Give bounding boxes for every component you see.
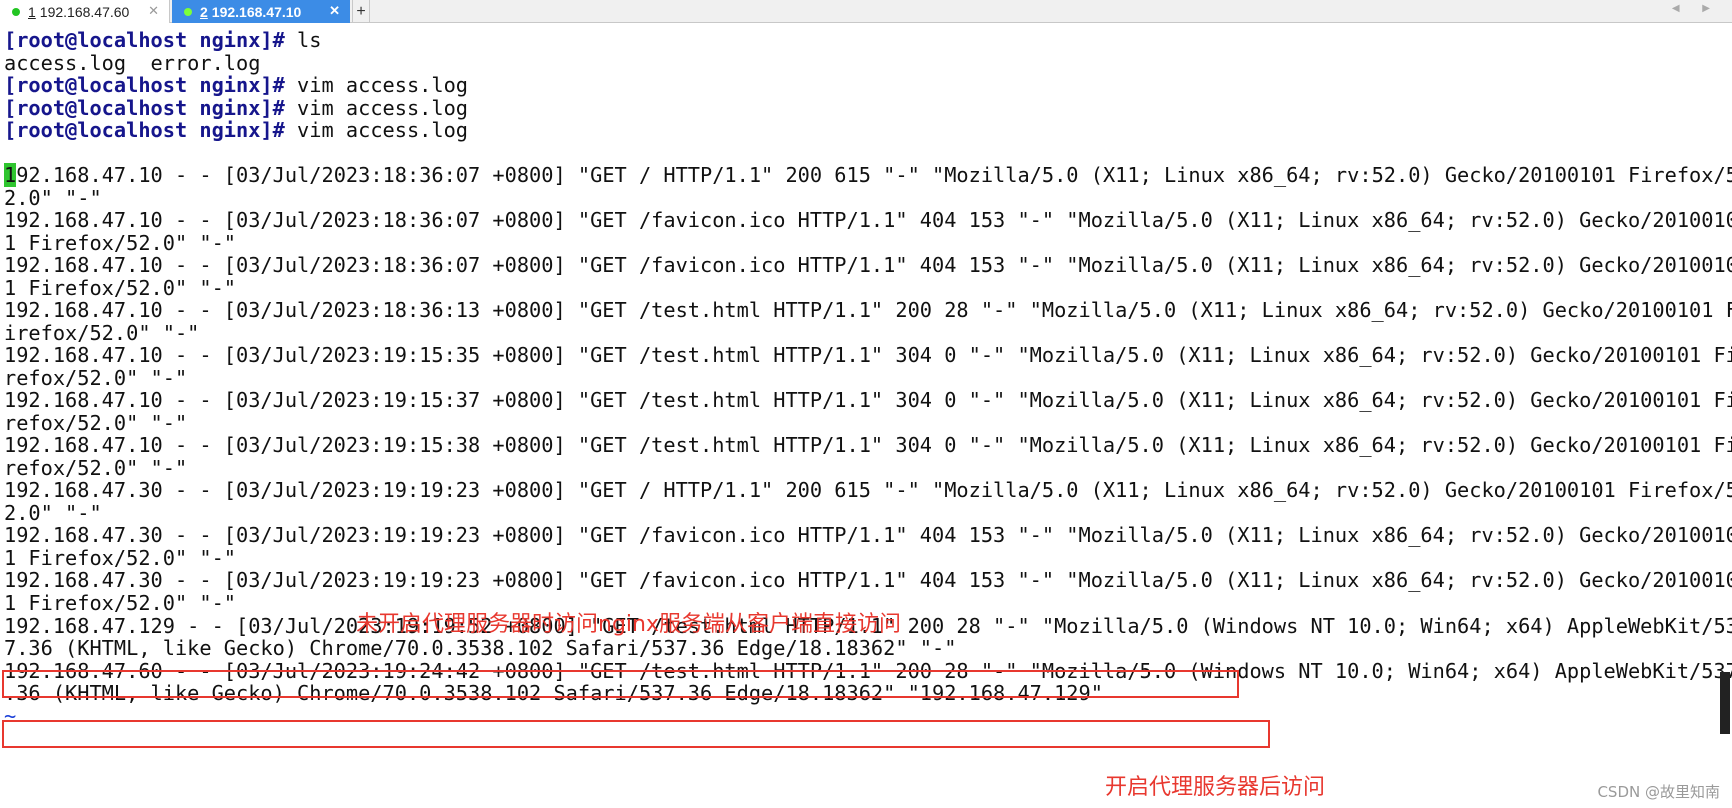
connected-status-icon	[12, 7, 20, 16]
tab-number: 1	[28, 3, 36, 20]
log-line: refox/52.0" "-"	[4, 411, 188, 435]
text-cursor: 1	[4, 163, 17, 187]
annotation-with-proxy: 开启代理服务器后访问	[1105, 775, 1326, 800]
log-line: 192.168.47.10 - - [03/Jul/2023:18:36:13 …	[4, 298, 1732, 322]
terminal-line: [root@localhost nginx]# vim access.log	[4, 118, 468, 142]
tab-title: 192.168.47.10	[211, 3, 302, 20]
close-tab-icon[interactable]: ✕	[329, 3, 340, 19]
shell-prompt: [root@localhost nginx]#	[4, 118, 285, 142]
log-line: 1 Firefox/52.0" "-"	[4, 231, 236, 255]
command-text: vim access.log	[284, 73, 468, 97]
terminal-line: [root@localhost nginx]# ls	[4, 28, 321, 52]
log-line: 1 Firefox/52.0" "-"	[4, 546, 236, 570]
shell-prompt: [root@localhost nginx]#	[4, 73, 285, 97]
vertical-scrollbar-thumb[interactable]	[1720, 672, 1730, 734]
highlight-box-direct-request	[2, 670, 1239, 698]
watermark: CSDN @故里知南	[1597, 783, 1720, 801]
log-line: 7.36 (KHTML, like Gecko) Chrome/70.0.353…	[4, 636, 957, 660]
log-line: 192.168.47.10 - - [03/Jul/2023:19:15:38 …	[4, 433, 1732, 457]
log-line: 2.0" "-"	[4, 186, 102, 210]
tab-session-2-active[interactable]: 2 192.168.47.10 ✕	[172, 0, 350, 23]
tab-title: 192.168.47.60	[39, 3, 130, 20]
shell-prompt: [root@localhost nginx]#	[4, 96, 285, 120]
terminal-line: [root@localhost nginx]# vim access.log	[4, 96, 468, 120]
annotation-without-proxy: 未开启代理服务器时访问nginx服务端从客户端直接访问	[356, 612, 901, 637]
log-line: 192.168.47.10 - - [03/Jul/2023:18:36:07 …	[4, 253, 1732, 277]
log-line: irefox/52.0" "-"	[4, 321, 200, 345]
command-text: ls	[284, 28, 322, 52]
command-text: vim access.log	[284, 118, 468, 142]
close-tab-icon[interactable]: ✕	[148, 3, 159, 19]
log-line: refox/52.0" "-"	[4, 456, 188, 480]
shell-prompt: [root@localhost nginx]#	[4, 28, 285, 52]
tab-bar: 1 192.168.47.60 ✕ 2 192.168.47.10 ✕ + ◀ …	[0, 0, 1732, 23]
log-line: 192.168.47.10 - - [03/Jul/2023:18:36:07 …	[4, 208, 1732, 232]
log-line: 1 Firefox/52.0" "-"	[4, 591, 236, 615]
terminal-line: access.log error.log	[4, 51, 261, 75]
log-line: 192.168.47.10 - - [03/Jul/2023:19:15:37 …	[4, 388, 1732, 412]
log-line: 192.168.47.10 - - [03/Jul/2023:19:15:35 …	[4, 343, 1732, 367]
highlight-box-proxied-request	[2, 720, 1270, 748]
log-line: 2.0" "-"	[4, 501, 102, 525]
log-line: 192.168.47.30 - - [03/Jul/2023:19:19:23 …	[4, 523, 1732, 547]
log-line: 1 Firefox/52.0" "-"	[4, 276, 236, 300]
log-text: 92.168.47.10 - - [03/Jul/2023:18:36:07 +…	[16, 163, 1732, 187]
log-line: refox/52.0" "-"	[4, 366, 188, 390]
log-line: 192.168.47.30 - - [03/Jul/2023:19:19:23 …	[4, 568, 1732, 592]
log-line: 192.168.47.10 - - [03/Jul/2023:18:36:07 …	[4, 163, 1732, 187]
command-text: vim access.log	[284, 96, 468, 120]
tab-scroll-arrows-icon[interactable]: ◀ ▶	[1672, 3, 1720, 14]
new-tab-button[interactable]: +	[352, 0, 370, 23]
tab-number: 2	[200, 3, 208, 20]
terminal-line: [root@localhost nginx]# vim access.log	[4, 73, 468, 97]
connected-status-icon	[184, 7, 192, 16]
tab-session-1[interactable]: 1 192.168.47.60 ✕	[0, 0, 170, 23]
log-line: 192.168.47.30 - - [03/Jul/2023:19:19:23 …	[4, 478, 1732, 502]
